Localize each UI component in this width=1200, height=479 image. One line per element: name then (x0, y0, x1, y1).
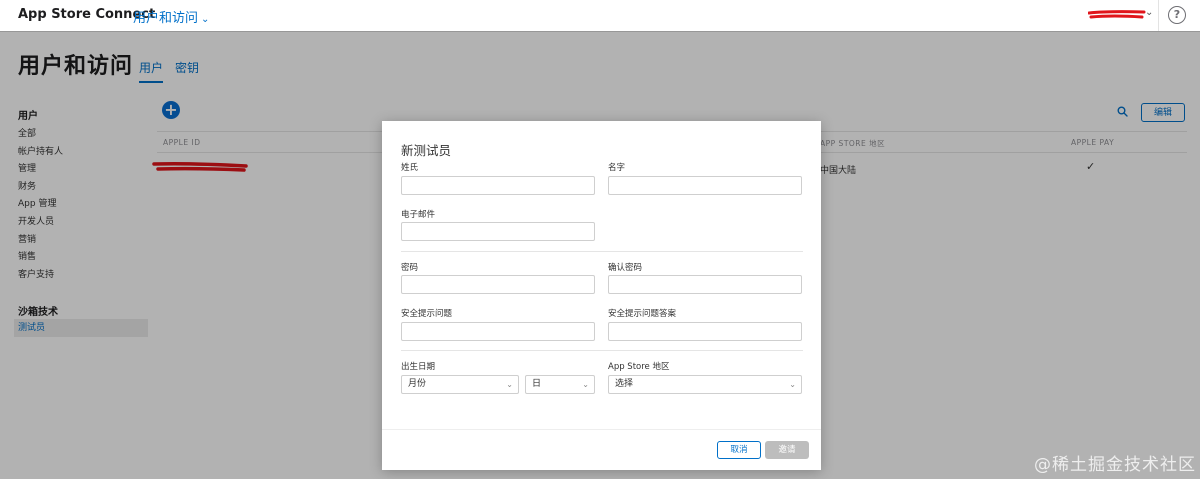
last-name-field[interactable] (401, 176, 595, 195)
last-name-label: 姓氏 (401, 163, 419, 173)
divider (1158, 0, 1159, 31)
password-label: 密码 (401, 263, 419, 273)
password-field[interactable] (401, 275, 595, 294)
day-select[interactable]: 日 ⌄ (525, 375, 595, 394)
dialog-title: 新测试员 (401, 143, 452, 158)
divider (401, 350, 803, 351)
day-select-value: 日 (532, 379, 542, 389)
month-select[interactable]: 月份 ⌄ (401, 375, 519, 394)
region-label: App Store 地区 (608, 362, 670, 372)
month-select-value: 月份 (408, 379, 427, 389)
cancel-button[interactable]: 取消 (717, 441, 761, 459)
confirm-password-field[interactable] (608, 275, 802, 294)
email-label: 电子邮件 (401, 210, 436, 220)
security-question-label: 安全提示问题 (401, 309, 453, 319)
section-switcher-label: 用户和访问 (133, 11, 199, 26)
region-select-value: 选择 (615, 379, 634, 389)
chevron-down-icon: ⌄ (582, 380, 589, 389)
divider (401, 251, 803, 252)
email-field[interactable] (401, 222, 595, 241)
new-tester-dialog: 新测试员 姓氏 名字 电子邮件 密码 确认密码 安全提示问题 安全提示问题答案 … (382, 121, 821, 470)
help-icon[interactable]: ? (1168, 6, 1186, 24)
chevron-down-icon: ⌄ (201, 14, 210, 25)
top-bar: App Store Connect 用户和访问 ⌄ ⌄ ? (0, 0, 1200, 32)
dob-label: 出生日期 (401, 362, 436, 372)
security-question-field[interactable] (401, 322, 595, 341)
section-switcher[interactable]: 用户和访问 ⌄ (133, 7, 209, 26)
invite-button[interactable]: 邀请 (765, 441, 809, 459)
watermark: @稀土掘金技术社区 (1034, 455, 1196, 475)
chevron-down-icon: ⌄ (506, 380, 513, 389)
divider (382, 429, 821, 430)
confirm-password-label: 确认密码 (608, 263, 643, 273)
security-answer-field[interactable] (608, 322, 802, 341)
region-select[interactable]: 选择 ⌄ (608, 375, 802, 394)
account-menu-chevron-icon[interactable]: ⌄ (1145, 7, 1153, 18)
redacted-account-name (1088, 10, 1146, 19)
chevron-down-icon: ⌄ (789, 380, 796, 389)
first-name-label: 名字 (608, 163, 626, 173)
first-name-field[interactable] (608, 176, 802, 195)
security-answer-label: 安全提示问题答案 (608, 309, 677, 319)
